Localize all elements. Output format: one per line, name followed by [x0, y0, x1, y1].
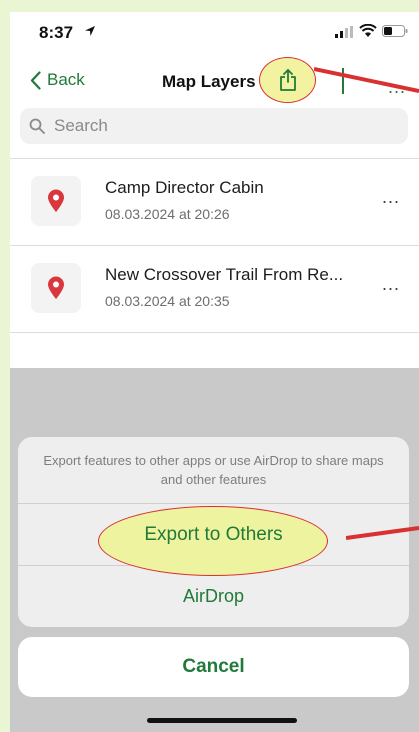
search-input[interactable]: Search [20, 108, 408, 144]
layer-list: Camp Director Cabin 08.03.2024 at 20:26 … [10, 158, 419, 333]
location-arrow-icon [85, 26, 95, 36]
map-pin-icon [48, 189, 64, 212]
search-icon [29, 118, 45, 134]
layer-date: 08.03.2024 at 20:35 [105, 293, 230, 309]
layer-title: New Crossover Trail From Re... [105, 265, 344, 284]
layer-date: 08.03.2024 at 20:26 [105, 206, 230, 222]
layer-thumbnail [31, 176, 81, 226]
annotation-arrow [314, 67, 419, 93]
divider [10, 332, 419, 333]
more-icon[interactable]: ... [382, 187, 400, 208]
battery-icon [382, 25, 408, 37]
search-placeholder: Search [54, 116, 108, 135]
layer-title: Camp Director Cabin [105, 178, 264, 197]
page-title: Map Layers [162, 72, 256, 91]
cancel-label: Cancel [182, 656, 245, 677]
map-pin-icon [48, 276, 64, 299]
phone-screen: 8:37 Back Map Layers ... Search Camp Dir… [10, 12, 419, 732]
more-icon[interactable]: ... [382, 274, 400, 295]
layer-thumbnail [31, 263, 81, 313]
wifi-icon [359, 24, 377, 37]
export-label: Export to Others [144, 523, 283, 545]
list-item[interactable]: New Crossover Trail From Re... 08.03.202… [10, 246, 419, 332]
chevron-left-icon [30, 70, 41, 90]
airdrop-button[interactable]: AirDrop [18, 566, 409, 627]
action-sheet-message: Export features to other apps or use Air… [43, 453, 384, 487]
home-indicator [147, 718, 297, 723]
status-bar: 8:37 [10, 12, 419, 52]
list-item[interactable]: Camp Director Cabin 08.03.2024 at 20:26 … [10, 159, 419, 245]
share-button[interactable] [259, 57, 316, 103]
signal-icon [335, 26, 353, 38]
share-icon [279, 69, 296, 91]
back-button[interactable]: Back [30, 70, 85, 90]
back-label: Back [47, 70, 85, 89]
cancel-button[interactable]: Cancel [18, 637, 409, 697]
status-time: 8:37 [39, 23, 74, 42]
annotation-arrow [346, 526, 419, 540]
airdrop-label: AirDrop [182, 586, 244, 606]
